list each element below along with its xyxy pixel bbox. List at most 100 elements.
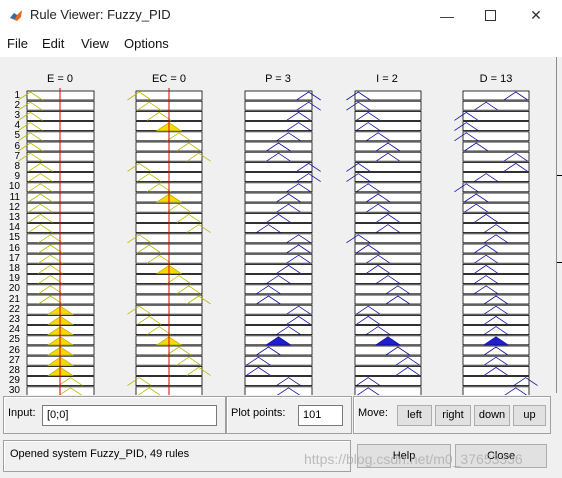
rule-cell	[462, 345, 530, 356]
rule-cell	[244, 212, 313, 223]
move-up-button[interactable]: up	[513, 405, 546, 426]
rule-cell	[244, 202, 313, 213]
rule-cell	[354, 376, 422, 387]
rule-cell	[354, 243, 422, 254]
rule-cell	[18, 111, 95, 121]
rule-cell	[462, 263, 530, 274]
rule-cell	[244, 345, 313, 356]
rule-cell	[354, 294, 422, 305]
rule-cell	[244, 294, 313, 305]
rule-cell	[346, 100, 422, 111]
rule-cell	[244, 386, 313, 395]
move-right-button[interactable]: right	[435, 405, 471, 426]
plot-points-panel: Plot points: 101	[226, 396, 352, 434]
rule-cell	[127, 304, 203, 315]
rule-cell	[354, 111, 422, 121]
rule-cell	[244, 161, 321, 172]
rule-cell	[462, 223, 530, 234]
input-field[interactable]: [0;0]	[42, 405, 217, 426]
rule-cell	[354, 263, 422, 274]
rule-cell	[354, 335, 422, 346]
rule-cell	[462, 253, 530, 264]
rule-cell	[244, 314, 313, 325]
rule-cell	[244, 243, 313, 254]
rule-cell	[354, 202, 422, 213]
rule-cell	[462, 314, 530, 325]
tick-mark	[557, 175, 562, 176]
plot-border-right	[556, 57, 557, 393]
move-label: Move:	[358, 407, 388, 419]
rule-cell	[354, 151, 422, 162]
rule-cell	[354, 355, 422, 366]
rule-cell	[462, 233, 530, 244]
rule-cell	[244, 233, 313, 244]
rule-cell	[462, 90, 530, 101]
rule-cell	[462, 304, 530, 315]
input-panel: Input: [0;0]	[3, 396, 226, 434]
rule-cell	[244, 111, 313, 121]
rule-cell	[244, 284, 313, 295]
rule-cell	[354, 284, 422, 295]
rule-cell	[244, 335, 313, 346]
rule-cell	[18, 141, 95, 152]
rule-cell	[454, 182, 530, 193]
rule-cell	[244, 90, 321, 101]
rule-cell	[244, 263, 313, 274]
plot-points-field[interactable]: 101	[298, 405, 343, 426]
rule-cell	[462, 212, 530, 223]
rule-cell	[244, 182, 313, 193]
rule-cell	[354, 314, 422, 325]
rule-cell	[244, 151, 313, 162]
rule-cell	[462, 172, 530, 183]
rule-cell	[244, 355, 313, 366]
rule-cell	[354, 304, 422, 315]
rule-cell	[127, 233, 203, 244]
plot-points-label: Plot points:	[231, 407, 286, 419]
rule-cell	[346, 172, 422, 183]
rule-cell	[244, 253, 313, 264]
rule-cell	[244, 325, 313, 336]
rule-cell	[354, 274, 422, 285]
rule-cell	[135, 294, 211, 305]
rule-cell	[354, 223, 422, 234]
rule-cell	[354, 131, 422, 142]
rule-cell	[18, 90, 95, 101]
tick-mark	[557, 262, 562, 263]
move-left-button[interactable]: left	[397, 405, 432, 426]
rule-cell	[135, 223, 211, 234]
rule-cell	[354, 386, 422, 395]
watermark-text: https://blog.csdn.net/m0_37653336	[304, 451, 523, 467]
rule-cell	[244, 121, 313, 131]
rule-cell	[244, 304, 313, 315]
rule-cell	[127, 376, 203, 387]
rule-cell	[135, 365, 211, 376]
rule-cell	[244, 172, 321, 183]
rule-cell	[462, 161, 530, 172]
rule-plots	[18, 88, 538, 395]
rule-cell	[354, 192, 422, 203]
rule-cell	[462, 335, 530, 346]
rule-cell	[462, 284, 530, 295]
rule-cell	[346, 233, 422, 244]
rule-cell	[354, 325, 422, 336]
rule-cell	[462, 151, 530, 162]
rule-cell	[354, 212, 422, 223]
status-panel: Opened system Fuzzy_PID, 49 rules	[3, 440, 351, 472]
rule-cell	[127, 161, 203, 172]
rule-cell	[454, 121, 530, 131]
rule-cell	[354, 182, 422, 193]
rule-cell	[354, 253, 422, 264]
move-down-button[interactable]: down	[474, 405, 510, 426]
rule-cell	[244, 192, 313, 203]
rule-cell	[462, 376, 538, 387]
rule-cell	[354, 121, 422, 131]
rule-cell	[244, 274, 313, 285]
rule-cell	[127, 90, 203, 101]
rule-cell	[244, 376, 313, 387]
rule-cell	[462, 325, 530, 336]
rule-cell	[462, 365, 530, 376]
rule-cell	[244, 131, 313, 142]
rule-cell	[354, 345, 422, 356]
rule-cell	[462, 274, 530, 285]
rule-cell	[346, 161, 422, 172]
